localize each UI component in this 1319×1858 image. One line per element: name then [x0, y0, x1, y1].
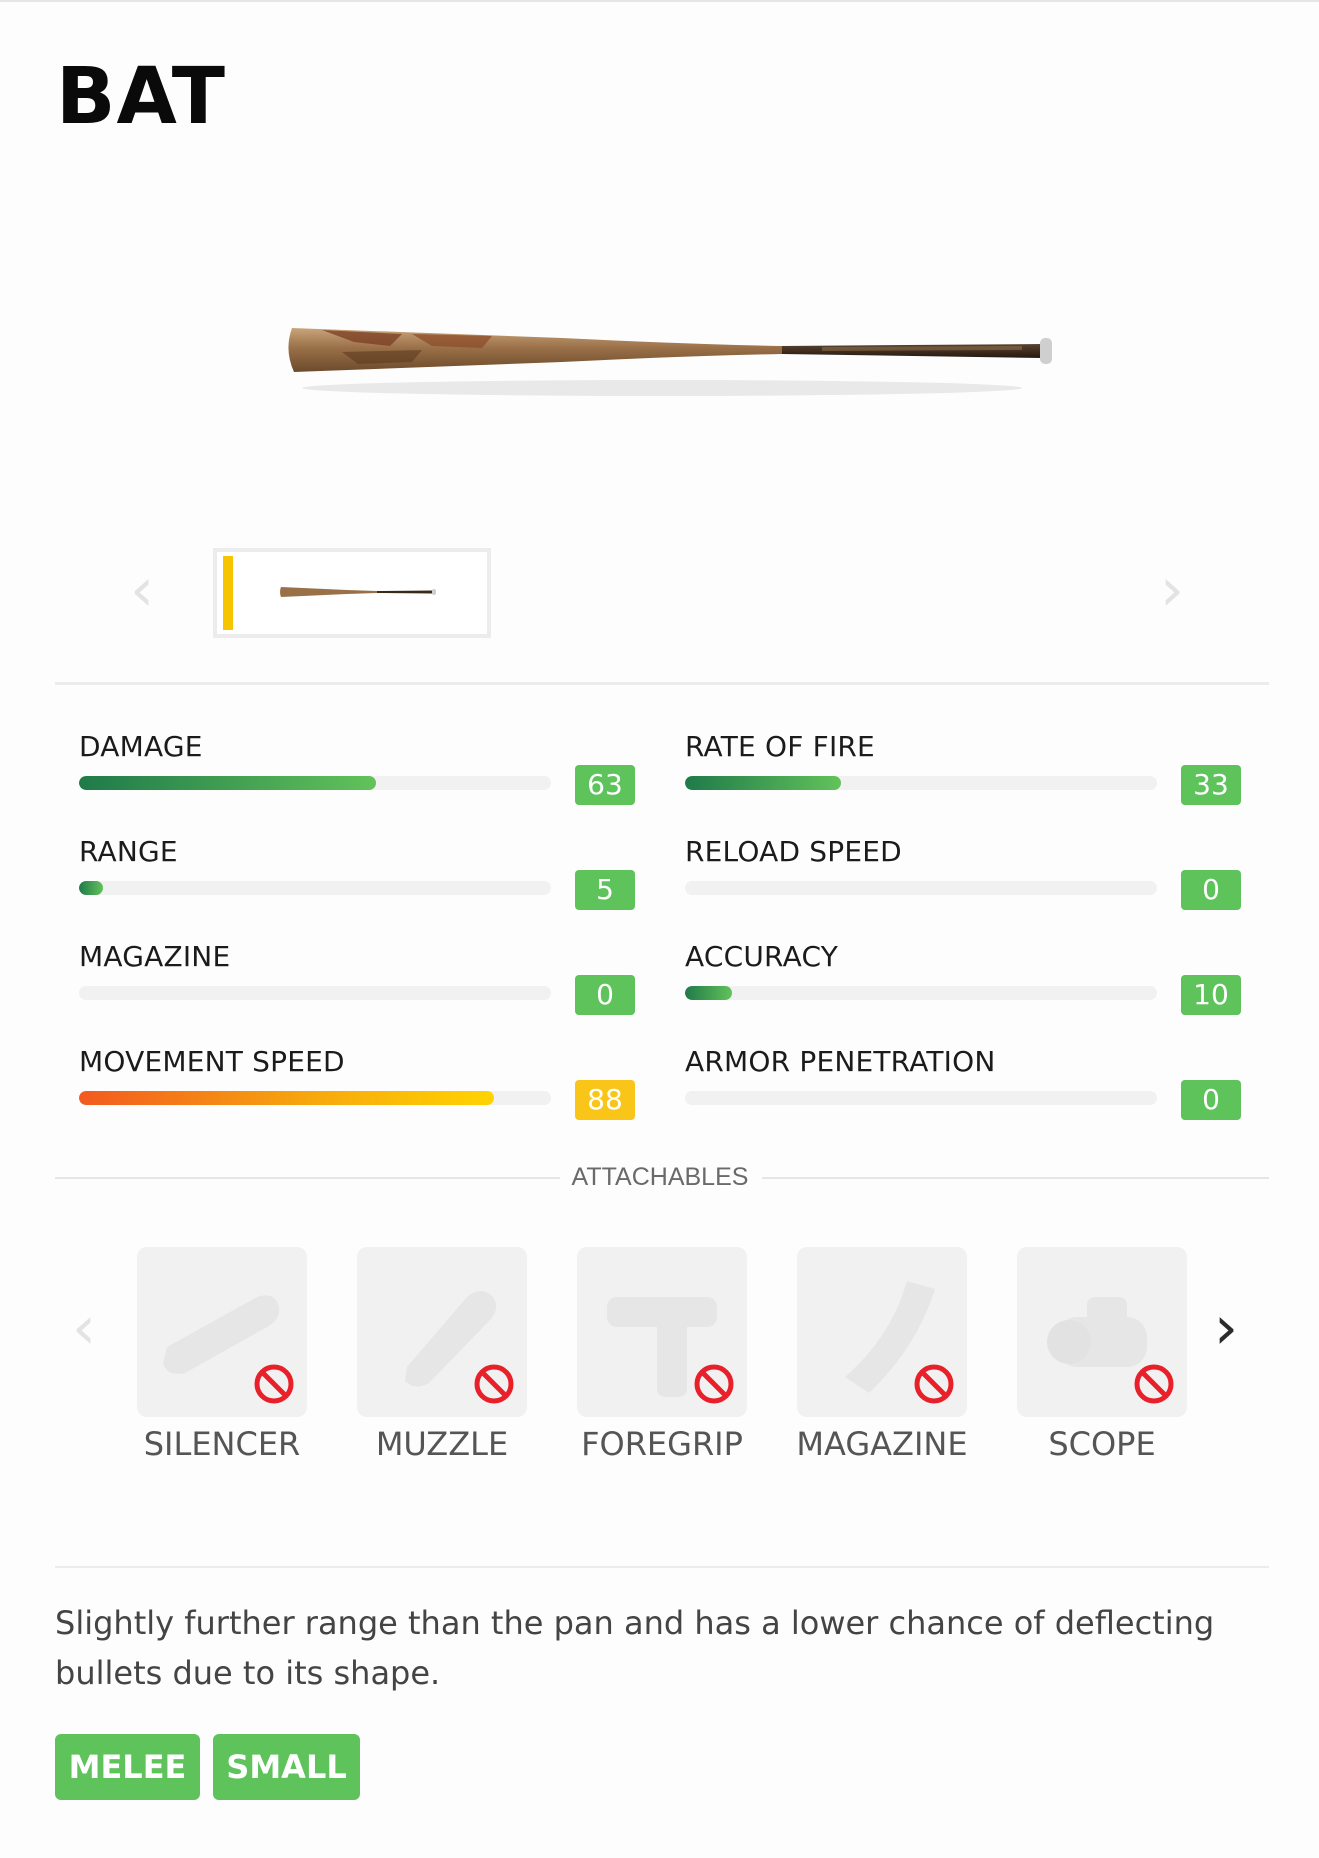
- stat-accuracy: ACCURACY 10: [661, 940, 1241, 1030]
- attachable-label: SILENCER: [143, 1425, 301, 1463]
- not-allowed-icon: [474, 1364, 514, 1404]
- stat-label: ARMOR PENETRATION: [685, 1045, 996, 1078]
- attachable-slot-box[interactable]: [137, 1247, 307, 1417]
- stat-value-badge: 10: [1181, 975, 1241, 1015]
- attachables-divider-right: [762, 1177, 1269, 1179]
- stat-value-badge: 0: [1181, 870, 1241, 910]
- not-allowed-icon: [914, 1364, 954, 1404]
- stat-bar: [685, 776, 1157, 790]
- attachable-silencer[interactable]: SILENCER: [137, 1247, 307, 1463]
- attachable-label: FOREGRIP: [581, 1425, 743, 1463]
- stat-value-badge: 63: [575, 765, 635, 805]
- stat-bar-fill: [79, 1091, 495, 1105]
- not-allowed-icon: [1134, 1364, 1174, 1404]
- attachable-slot-box[interactable]: [1017, 1247, 1187, 1417]
- stat-bar: [685, 1091, 1157, 1105]
- baseball-bat-thumbnail: [280, 587, 436, 597]
- not-allowed-icon: [254, 1364, 294, 1404]
- attachables-title: ATTACHABLES: [571, 1163, 749, 1191]
- stat-value-badge: 33: [1181, 765, 1241, 805]
- attachables-next-button[interactable]: ›: [1214, 1298, 1238, 1358]
- stat-label: MAGAZINE: [79, 940, 231, 973]
- stat-bar-fill: [685, 776, 841, 790]
- stat-range: RANGE 5: [55, 835, 635, 925]
- stat-label: RATE OF FIRE: [685, 730, 875, 763]
- tag-melee[interactable]: MELEE: [55, 1734, 200, 1800]
- attachable-foregrip[interactable]: FOREGRIP: [577, 1247, 747, 1463]
- attachable-magazine[interactable]: MAGAZINE: [796, 1247, 968, 1463]
- attachable-scope[interactable]: SCOPE: [1017, 1247, 1187, 1463]
- stat-bar: [685, 986, 1157, 1000]
- attachable-muzzle[interactable]: MUZZLE: [357, 1247, 527, 1463]
- stat-label: RANGE: [79, 835, 178, 868]
- stat-magazine: MAGAZINE 0: [55, 940, 635, 1030]
- stat-label: MOVEMENT SPEED: [79, 1045, 345, 1078]
- gallery-prev-button[interactable]: ‹: [130, 560, 154, 620]
- description-divider: [55, 1566, 1269, 1568]
- stat-bar-fill: [685, 986, 733, 1000]
- stat-bar: [79, 986, 551, 1000]
- gallery-next-button[interactable]: ›: [1160, 560, 1184, 620]
- thumbnail-selected-indicator: [223, 556, 233, 630]
- stat-movement-speed: MOVEMENT SPEED 88: [55, 1045, 635, 1135]
- attachable-slot-box[interactable]: [577, 1247, 747, 1417]
- attachable-label: MUZZLE: [375, 1425, 509, 1463]
- stat-value-badge: 0: [1181, 1080, 1241, 1120]
- attachable-slot-box[interactable]: [797, 1247, 967, 1417]
- stat-bar: [685, 881, 1157, 895]
- stat-label: RELOAD SPEED: [685, 835, 902, 868]
- stat-label: DAMAGE: [79, 730, 203, 763]
- gallery-thumbnail[interactable]: [213, 548, 491, 638]
- page-title: BAT: [56, 52, 226, 142]
- stat-bar: [79, 1091, 551, 1105]
- stat-bar-fill: [79, 881, 103, 895]
- stat-reload-speed: RELOAD SPEED 0: [661, 835, 1241, 925]
- stat-value-badge: 0: [575, 975, 635, 1015]
- weapon-description: Slightly further range than the pan and …: [55, 1604, 1215, 1692]
- attachable-slot-box[interactable]: [357, 1247, 527, 1417]
- stat-label: ACCURACY: [685, 940, 839, 973]
- stat-bar-fill: [79, 776, 377, 790]
- stat-value-badge: 5: [575, 870, 635, 910]
- stat-value-badge: 88: [575, 1080, 635, 1120]
- attachable-label: SCOPE: [1048, 1425, 1156, 1463]
- top-divider: [0, 0, 1319, 2]
- attachables-divider-left: [55, 1177, 560, 1179]
- stat-armor-penetration: ARMOR PENETRATION 0: [661, 1045, 1241, 1135]
- stat-damage: DAMAGE 63: [55, 730, 635, 820]
- stat-bar: [79, 776, 551, 790]
- attachables-prev-button[interactable]: ‹: [72, 1298, 96, 1358]
- stat-rate-of-fire: RATE OF FIRE 33: [661, 730, 1241, 820]
- stats-top-divider: [55, 682, 1269, 685]
- stat-bar: [79, 881, 551, 895]
- tag-small[interactable]: SMALL: [213, 1734, 360, 1800]
- not-allowed-icon: [694, 1364, 734, 1404]
- attachable-label: MAGAZINE: [796, 1425, 968, 1463]
- baseball-bat-image: [288, 328, 1052, 396]
